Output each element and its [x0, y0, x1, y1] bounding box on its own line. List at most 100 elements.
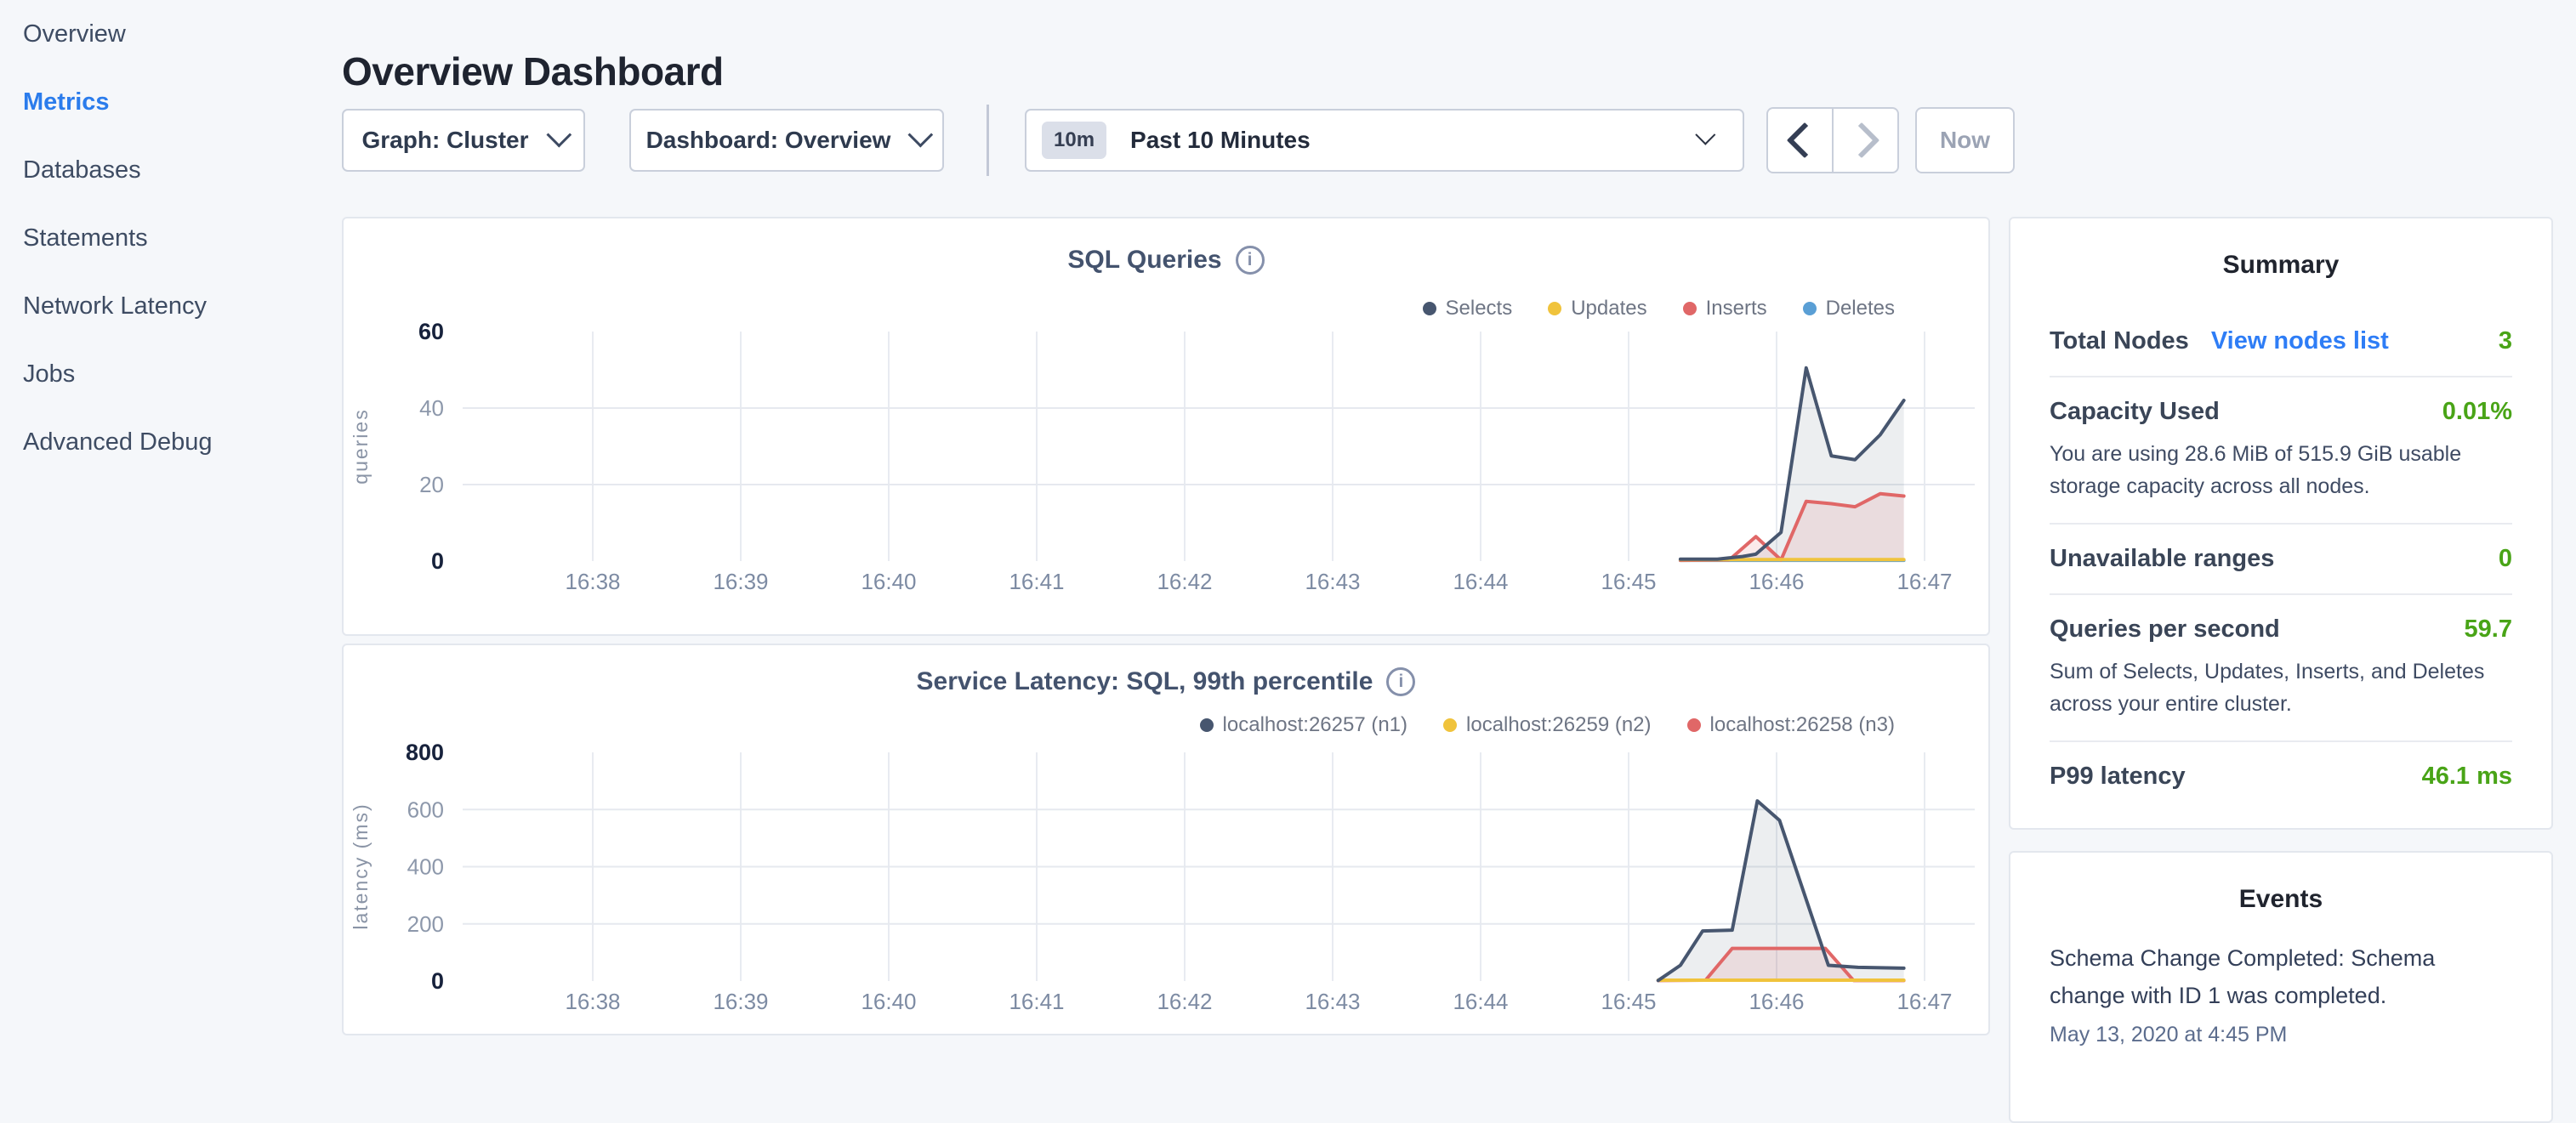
legend-dot-icon	[1423, 302, 1436, 315]
x-tick-label: 16:42	[1157, 989, 1212, 1014]
nav-list: Overview Metrics Databases Statements Ne…	[0, 0, 340, 476]
chevron-down-icon	[1695, 124, 1715, 145]
chevron-down-icon	[908, 122, 934, 147]
y-tick-label: 20	[419, 472, 444, 497]
legend-label: Selects	[1446, 297, 1513, 320]
graph-scope-dropdown[interactable]: Graph: Cluster	[342, 109, 585, 172]
summary-row-p99-latency: P99 latency 46.1 ms	[2050, 742, 2512, 811]
summary-value: 0	[2499, 545, 2512, 573]
chevron-left-icon	[1786, 122, 1822, 158]
y-tick-label: 600	[407, 797, 444, 822]
now-button[interactable]: Now	[1915, 107, 2015, 173]
y-tick-label: 800	[406, 740, 444, 765]
legend-item[interactable]: localhost:26258 (n3)	[1687, 713, 1895, 737]
sidebar-item-metrics[interactable]: Metrics	[23, 68, 340, 136]
summary-value: 46.1 ms	[2422, 763, 2512, 791]
sidebar-item-statements[interactable]: Statements	[23, 204, 340, 272]
y-tick-label: 60	[418, 319, 444, 344]
chevron-right-icon	[1843, 122, 1879, 158]
legend-label: Updates	[1571, 297, 1646, 320]
legend-dot-icon	[1443, 718, 1457, 732]
legend-item[interactable]: Deletes	[1803, 297, 1895, 320]
dashboard-dropdown[interactable]: Dashboard: Overview	[629, 109, 944, 172]
summary-row-unavailable-ranges: Unavailable ranges 0	[2050, 525, 2512, 595]
x-tick-label: 16:44	[1453, 989, 1508, 1014]
summary-row-queries-per-second: Queries per second 59.7 Sum of Selects, …	[2050, 595, 2512, 742]
x-tick-label: 16:42	[1157, 569, 1212, 594]
info-icon[interactable]: i	[1386, 667, 1415, 696]
y-axis-title: queries	[350, 408, 372, 484]
summary-subtext: Sum of Selects, Updates, Inserts, and De…	[2050, 655, 2512, 720]
x-tick-label: 16:40	[861, 569, 916, 594]
summary-label: P99 latency	[2050, 763, 2186, 791]
legend-item[interactable]: localhost:26259 (n2)	[1443, 713, 1651, 737]
events-body: Schema Change Completed: Schema change w…	[2010, 939, 2551, 1047]
x-tick-label: 16:44	[1453, 569, 1508, 594]
x-tick-label: 16:39	[713, 569, 768, 594]
legend-label: localhost:26258 (n3)	[1710, 713, 1895, 737]
summary-row-capacity-used: Capacity Used 0.01% You are using 28.6 M…	[2050, 377, 2512, 525]
x-tick-label: 16:38	[565, 569, 620, 594]
legend-item[interactable]: Inserts	[1683, 297, 1767, 320]
sidebar: Overview Metrics Databases Statements Ne…	[0, 0, 340, 1051]
summary-value: 0.01%	[2442, 398, 2512, 426]
x-tick-label: 16:41	[1009, 989, 1064, 1014]
y-tick-label: 40	[419, 395, 444, 421]
info-icon[interactable]: i	[1236, 246, 1265, 275]
service-latency-chart-card: 16:3816:3916:4016:4116:4216:4316:4416:45…	[342, 644, 1990, 1035]
view-nodes-list-link[interactable]: View nodes list	[2211, 327, 2389, 355]
legend-dot-icon	[1687, 718, 1701, 732]
legend-label: Inserts	[1706, 297, 1767, 320]
y-tick-label: 200	[407, 911, 444, 937]
prev-range-button[interactable]	[1768, 109, 1834, 172]
x-tick-label: 16:46	[1749, 569, 1804, 594]
x-tick-label: 16:45	[1601, 569, 1656, 594]
events-panel: Events Schema Change Completed: Schema c…	[2009, 851, 2553, 1123]
sidebar-item-jobs[interactable]: Jobs	[23, 340, 340, 408]
event-item-timestamp: May 13, 2020 at 4:45 PM	[2050, 1023, 2512, 1047]
summary-label: Unavailable ranges	[2050, 545, 2274, 573]
legend-dot-icon	[1200, 718, 1214, 732]
metrics-dashboard-page: { "sidebar": { "items": [ {"label": "Ove…	[0, 0, 2576, 1051]
time-range-dropdown[interactable]: 10m Past 10 Minutes	[1025, 109, 1744, 172]
sidebar-item-databases[interactable]: Databases	[23, 136, 340, 204]
x-tick-label: 16:46	[1749, 989, 1804, 1014]
y-axis-title: latency (ms)	[350, 803, 372, 929]
summary-label: Queries per second	[2050, 615, 2280, 644]
page-title: Overview Dashboard	[342, 48, 724, 94]
dashboard-dropdown-label: Dashboard: Overview	[646, 127, 891, 154]
sidebar-item-overview[interactable]: Overview	[23, 0, 340, 68]
service-latency-chart-svg: 16:3816:3916:4016:4116:4216:4316:4416:45…	[344, 645, 1992, 1037]
summary-value: 59.7	[2465, 615, 2512, 644]
time-range-label: Past 10 Minutes	[1130, 127, 1311, 154]
legend-label: localhost:26257 (n1)	[1223, 713, 1407, 737]
chevron-down-icon	[546, 122, 571, 147]
toolbar-divider	[987, 105, 989, 176]
summary-subtext: You are using 28.6 MiB of 515.9 GiB usab…	[2050, 438, 2512, 502]
time-range-arrows	[1766, 107, 1899, 173]
event-item-text: Schema Change Completed: Schema change w…	[2050, 939, 2458, 1014]
y-tick-label: 0	[431, 548, 444, 574]
x-tick-label: 16:38	[565, 989, 620, 1014]
legend-item[interactable]: Updates	[1548, 297, 1646, 320]
sidebar-item-network-latency[interactable]: Network Latency	[23, 272, 340, 340]
legend-label: Deletes	[1826, 297, 1895, 320]
legend-dot-icon	[1803, 302, 1817, 315]
legend-item[interactable]: localhost:26257 (n1)	[1200, 713, 1407, 737]
legend-label: localhost:26259 (n2)	[1466, 713, 1651, 737]
legend-item[interactable]: Selects	[1423, 297, 1513, 320]
chart-title-row: SQL Queries i	[344, 246, 1988, 275]
legend-dot-icon	[1548, 302, 1561, 315]
x-tick-label: 16:47	[1896, 569, 1952, 594]
time-range-badge: 10m	[1042, 122, 1106, 159]
x-tick-label: 16:43	[1305, 989, 1360, 1014]
next-range-button[interactable]	[1834, 109, 1897, 172]
chart-legend: Selects Updates Inserts Deletes	[1423, 297, 1896, 320]
x-tick-label: 16:39	[713, 989, 768, 1014]
graph-scope-dropdown-label: Graph: Cluster	[361, 127, 528, 154]
chart-legend: localhost:26257 (n1) localhost:26259 (n2)…	[1200, 713, 1895, 737]
sidebar-item-advanced-debug[interactable]: Advanced Debug	[23, 408, 340, 476]
summary-label: Capacity Used	[2050, 398, 2220, 426]
x-tick-label: 16:47	[1896, 989, 1952, 1014]
summary-value: 3	[2499, 327, 2512, 355]
